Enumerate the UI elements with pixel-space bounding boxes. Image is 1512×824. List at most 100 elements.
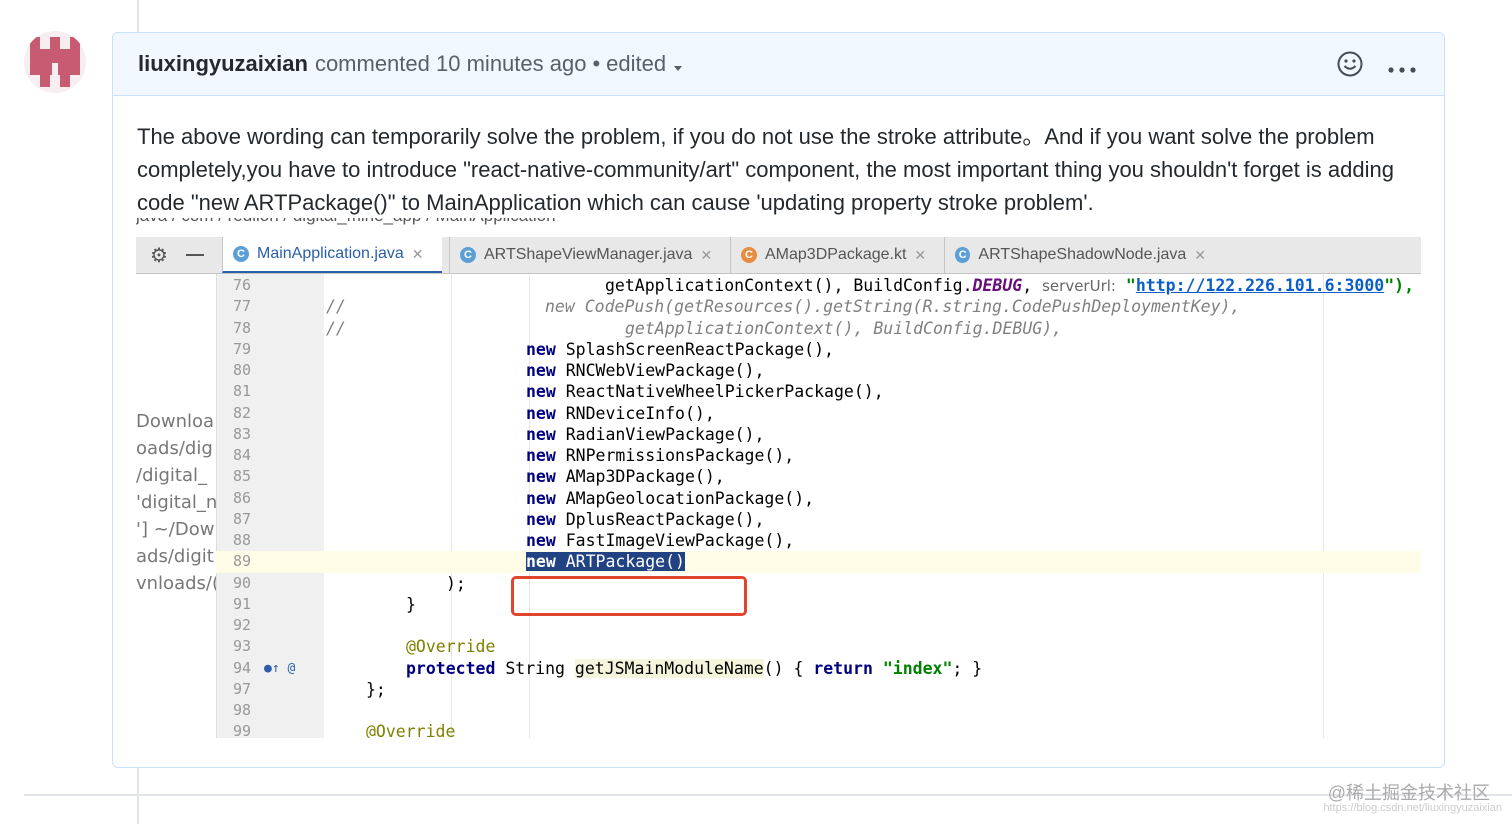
identicon-icon	[30, 37, 80, 87]
code-text: ARTPackage()	[555, 552, 685, 572]
c-class-icon: C	[955, 247, 971, 263]
code-line: 93 @Override	[216, 636, 1421, 657]
tab-label: MainApplication.java	[257, 245, 404, 262]
annotation: @Override	[406, 637, 496, 657]
line-number: 93	[233, 637, 252, 656]
code-line: 77 // new CodePush(getResources().getStrin…	[216, 296, 1421, 317]
code-line: 83 new RadianViewPackage(),	[216, 424, 1421, 445]
code-text: "	[1115, 276, 1136, 295]
keyword: new	[526, 552, 556, 572]
keyword: return	[813, 658, 873, 678]
line-number: 87	[233, 509, 252, 528]
keyword: new	[526, 509, 556, 529]
sidebar-text: oads/dig	[136, 438, 213, 459]
code-text: "),	[1384, 276, 1415, 295]
code-line: 85 new AMap3DPackage(),	[216, 466, 1421, 487]
keyword: new	[526, 339, 556, 359]
tab-amap3dpackage[interactable]: C AMap3DPackage.kt ✕	[730, 237, 936, 273]
add-reaction-button[interactable]	[1336, 50, 1364, 84]
code-line: 78 // getApplicationContext(), BuildConfig…	[216, 318, 1421, 339]
code-line: 91}	[216, 594, 1421, 615]
edited-dropdown[interactable]: edited	[606, 51, 683, 77]
ide-breadcrumbs: java / com / redlion / digital_mine_app …	[136, 218, 556, 226]
code-text: new CodePush(getResources().getString(R.…	[545, 297, 1241, 317]
param-hint: serverUrl:	[1042, 277, 1116, 295]
keyword: new	[526, 446, 556, 465]
tab-label: ARTShapeViewManager.java	[484, 246, 693, 263]
code-line: 79 new SplashScreenReactPackage(),	[216, 339, 1421, 360]
tab-artshapeshadownode[interactable]: C ARTShapeShadowNode.java ✕	[944, 237, 1206, 273]
keyword: new	[526, 382, 556, 402]
sidebar-text: Downloa	[136, 411, 215, 432]
sidebar-text: 'digital_n	[136, 492, 218, 513]
keyword: new	[526, 403, 556, 423]
tab-tools: ⚙	[136, 237, 216, 273]
tab-artshapeviewmanager[interactable]: C ARTShapeViewManager.java ✕	[449, 237, 721, 273]
line-number: 80	[233, 361, 252, 379]
url-link[interactable]: http://122.226.101.6:3000	[1136, 276, 1384, 295]
minimize-icon[interactable]	[185, 254, 204, 256]
code-text: DplusReactPackage(),	[555, 509, 765, 529]
line-number: 78	[233, 318, 252, 337]
tab-label: AMap3DPackage.kt	[765, 246, 907, 263]
override-marker-icon[interactable]: ●↑ @	[264, 658, 295, 679]
line-number: 76	[233, 276, 252, 294]
close-icon[interactable]: ✕	[700, 247, 712, 264]
code-line: 98	[216, 700, 1421, 721]
timeline-divider	[24, 794, 1512, 796]
code-text: AMapGeolocationPackage(),	[555, 488, 815, 508]
code-line-highlighted: 89 new ARTPackage()	[216, 551, 1421, 573]
line-number: 79	[233, 339, 252, 358]
code-text: };	[366, 679, 386, 699]
code-text: String	[495, 658, 575, 678]
code-line: 76 getApplicationContext(), BuildConfig.D…	[216, 275, 1421, 296]
selected-code[interactable]: new ARTPackage()	[526, 552, 685, 572]
tab-mainapplication[interactable]: C MainApplication.java ✕	[222, 237, 442, 273]
comment-box: liuxingyuzaixian commented 10 minutes ag…	[112, 32, 1445, 768]
code-text: RadianViewPackage(),	[555, 424, 765, 444]
line-number: 85	[233, 467, 252, 486]
code-line: 84 new RNPermissionsPackage(),	[216, 445, 1421, 466]
comment-action: commented	[314, 51, 430, 76]
code-text: ; }	[952, 658, 983, 678]
smiley-icon	[1337, 51, 1363, 77]
ide-screenshot: java / com / redlion / digital_mine_app …	[136, 218, 1421, 738]
keyword: new	[526, 531, 556, 550]
keyword: protected	[406, 658, 496, 678]
author-link[interactable]: liuxingyuzaixian	[138, 51, 308, 77]
sidebar-text: /digital_	[136, 465, 208, 486]
code-text: FastImageViewPackage(),	[555, 531, 795, 550]
line-number: 82	[233, 403, 252, 422]
code-line: 97};	[216, 679, 1421, 700]
code-line: 87 new DplusReactPackage(),	[216, 509, 1421, 530]
code-text: AMap3DPackage(),	[555, 467, 725, 487]
close-icon[interactable]: ✕	[412, 246, 424, 263]
string-literal: "index"	[882, 658, 953, 678]
line-number: 99	[233, 722, 252, 738]
sidebar-text: ads/digit	[136, 546, 214, 567]
method-name: getJSMainModuleName	[574, 658, 764, 678]
code-text: getApplicationContext(), BuildConfig.	[605, 276, 973, 295]
kebab-icon	[1388, 67, 1416, 73]
code-line: 82 new RNDeviceInfo(),	[216, 403, 1421, 424]
line-number: 86	[233, 488, 252, 507]
sidebar-text: vnloads/(	[136, 573, 219, 594]
separator-dot: •	[592, 51, 601, 76]
c-class-icon: C	[233, 246, 249, 262]
comment-marker: //	[326, 318, 346, 338]
comment-timestamp[interactable]: 10 minutes ago	[436, 51, 586, 77]
line-number: 98	[233, 701, 252, 719]
gear-icon[interactable]: ⚙	[150, 243, 168, 268]
code-text: ReactNativeWheelPickerPackage(),	[555, 382, 884, 402]
line-number: 81	[233, 382, 252, 401]
close-icon[interactable]: ✕	[1194, 247, 1206, 264]
comment-marker: //	[326, 297, 346, 317]
close-icon[interactable]: ✕	[914, 247, 926, 264]
comment-body: The above wording can temporarily solve …	[137, 124, 1394, 215]
more-options-button[interactable]	[1388, 54, 1416, 80]
code-line: 80 new RNCWebViewPackage(),	[216, 360, 1421, 381]
code-text: }	[406, 594, 416, 614]
avatar[interactable]	[24, 31, 86, 93]
code-text: RNCWebViewPackage(),	[555, 361, 765, 380]
code-lines: 76 getApplicationContext(), BuildConfig. D…	[216, 275, 1421, 738]
